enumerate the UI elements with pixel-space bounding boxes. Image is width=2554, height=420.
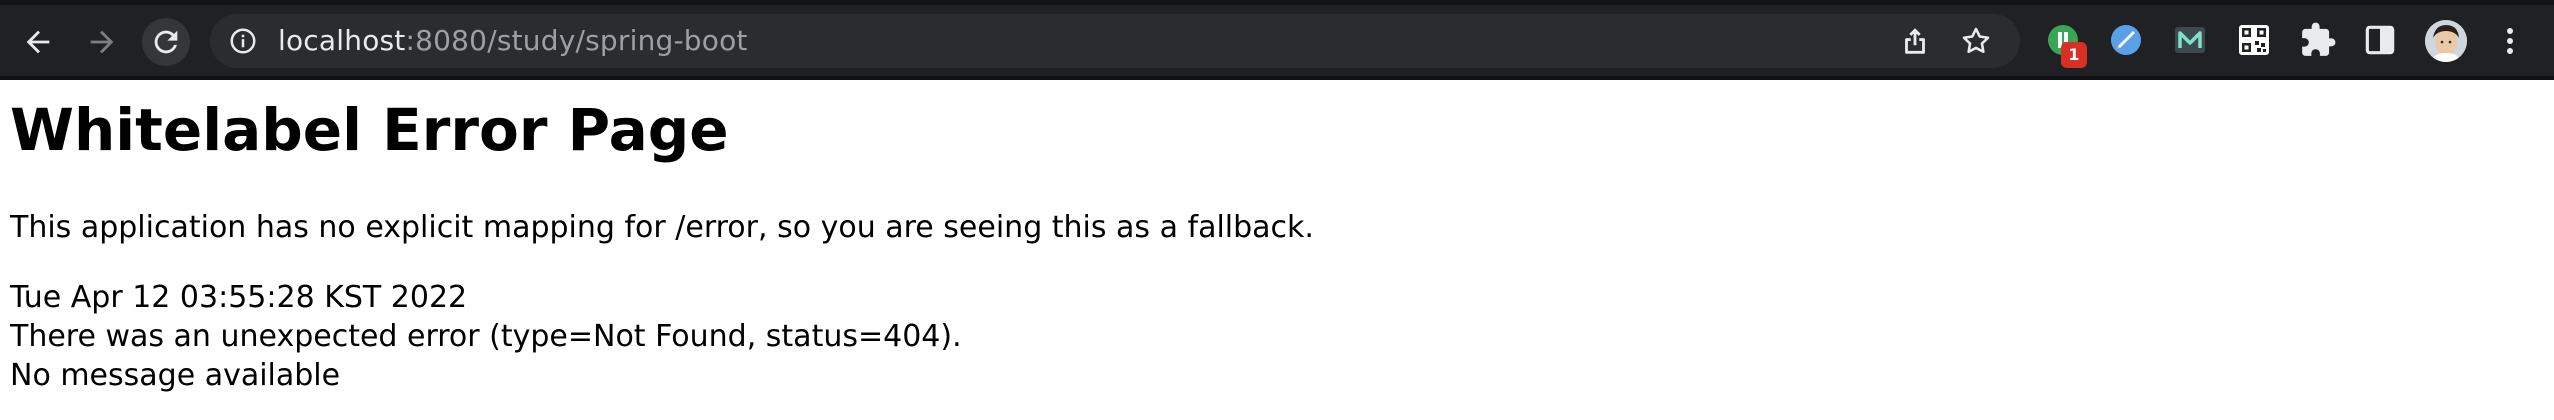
error-timestamp: Tue Apr 12 03:55:28 KST 2022 bbox=[10, 280, 468, 315]
error-type-line: There was an unexpected error (type=Not … bbox=[10, 319, 962, 354]
error-details: Tue Apr 12 03:55:28 KST 2022 There was a… bbox=[10, 278, 962, 395]
qr-code-icon[interactable] bbox=[2235, 21, 2273, 59]
browser-toolbar: localhost:8080/study/spring-boot 1 bbox=[0, 0, 2554, 80]
url-text[interactable]: localhost:8080/study/spring-boot bbox=[278, 26, 748, 56]
toolbar-divider bbox=[0, 76, 2554, 80]
share-icon[interactable] bbox=[1898, 24, 1932, 58]
address-bar[interactable]: localhost:8080/study/spring-boot bbox=[210, 14, 2020, 68]
extension-blue-icon[interactable] bbox=[2107, 21, 2145, 59]
forward-arrow-icon bbox=[90, 30, 114, 54]
page-title: Whitelabel Error Page bbox=[10, 96, 729, 164]
kebab-menu-icon[interactable] bbox=[2495, 24, 2525, 58]
extension-badge: 1 bbox=[2061, 42, 2087, 68]
forward-button[interactable] bbox=[78, 18, 126, 66]
tab-strip-edge bbox=[0, 0, 2554, 5]
back-arrow-icon bbox=[26, 30, 50, 54]
star-icon[interactable] bbox=[1959, 24, 1993, 58]
reload-button[interactable] bbox=[142, 18, 190, 66]
side-panel-icon[interactable] bbox=[2361, 21, 2399, 59]
profile-avatar[interactable] bbox=[2425, 20, 2467, 62]
error-message-line: No message available bbox=[10, 358, 341, 393]
fallback-paragraph: This application has no explicit mapping… bbox=[10, 210, 1314, 245]
url-host: localhost bbox=[278, 24, 406, 57]
reload-icon bbox=[154, 30, 178, 54]
back-button[interactable] bbox=[14, 18, 62, 66]
url-path: :8080/study/spring-boot bbox=[405, 24, 748, 57]
info-icon[interactable] bbox=[228, 26, 258, 56]
extension-m-icon[interactable] bbox=[2171, 21, 2209, 59]
puzzle-icon[interactable] bbox=[2299, 21, 2337, 59]
